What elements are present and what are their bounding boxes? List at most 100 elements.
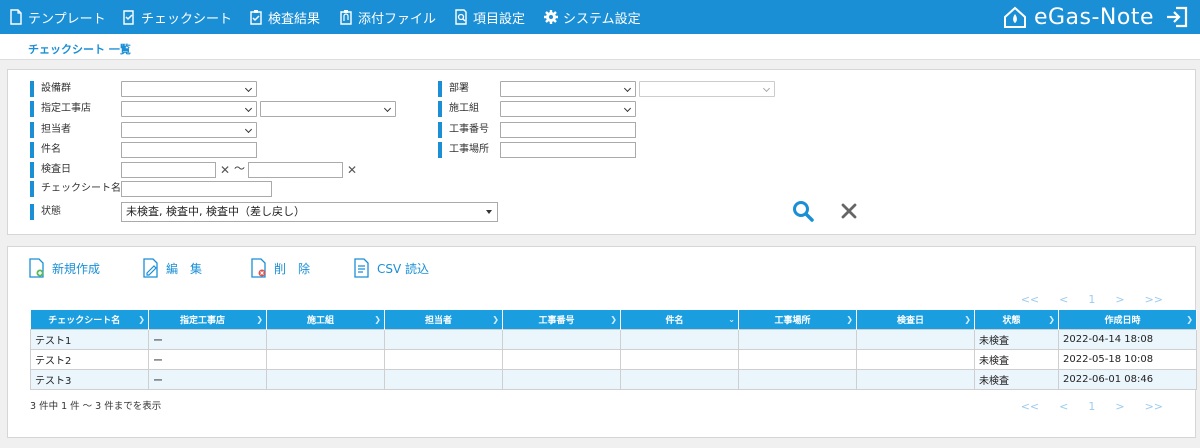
- department-select[interactable]: [500, 81, 636, 97]
- column-header[interactable]: 工事番号 ❯: [502, 310, 621, 329]
- pager-next[interactable]: >: [1115, 400, 1124, 413]
- nav-attachment[interactable]: 添付ファイル: [338, 0, 436, 34]
- table-cell: [738, 328, 857, 350]
- department-sub-select[interactable]: [639, 81, 775, 97]
- search-panel: 設備群 指定工事店 担当者 件名 検査日 ✕ ～ ✕ チェックシート名 状態 未…: [7, 69, 1196, 235]
- table-cell: [266, 348, 385, 370]
- pager-page[interactable]: 1: [1088, 400, 1095, 413]
- nav-template-label: テンプレート: [28, 11, 106, 27]
- delete-button-label: 削 除: [274, 261, 311, 276]
- clear-date-to-icon[interactable]: ✕: [347, 162, 357, 178]
- table-cell: ー: [148, 328, 267, 350]
- table-cell[interactable]: テスト2: [30, 348, 149, 370]
- page-title: チェックシート 一覧: [28, 43, 131, 56]
- nav-system-setting-label: システム設定: [563, 11, 641, 27]
- table-cell: [384, 348, 503, 370]
- column-header[interactable]: 担当者 ❯: [384, 310, 503, 329]
- designated-contractor-label: 指定工事店: [30, 101, 91, 117]
- table-row[interactable]: テスト3 ー 未検査 2022-06-01 08:46: [30, 368, 1197, 390]
- clipboard-check-icon: [250, 10, 262, 25]
- table-cell[interactable]: テスト1: [30, 328, 149, 350]
- status-multiselect[interactable]: 未検査, 検査中, 検査中（差し戻し）: [121, 202, 498, 222]
- table-row[interactable]: テスト2 ー 未検査 2022-05-18 10:08: [30, 348, 1197, 370]
- column-header[interactable]: 検査日 ❯: [856, 310, 975, 329]
- inspection-date-from-input[interactable]: [121, 162, 216, 178]
- column-header[interactable]: チェックシート名 ❯: [30, 310, 149, 329]
- clipboard-attachment-icon: [340, 10, 352, 25]
- sort-icon: ❯: [1186, 315, 1193, 324]
- table-cell: 2022-05-18 10:08: [1058, 348, 1197, 370]
- nav-template[interactable]: テンプレート: [8, 0, 106, 34]
- table-cell: [738, 368, 857, 390]
- pager-first[interactable]: <<: [1021, 400, 1039, 413]
- designated-contractor-sub-select[interactable]: [260, 101, 396, 117]
- column-header[interactable]: 指定工事店 ❯: [148, 310, 267, 329]
- person-in-charge-select[interactable]: [121, 122, 257, 138]
- nav-system-setting[interactable]: システム設定: [543, 0, 641, 34]
- pager-top: << < 1 > >>: [1021, 293, 1163, 306]
- column-header[interactable]: 作成日時 ❯: [1058, 310, 1197, 329]
- table-cell: [384, 368, 503, 390]
- pager-prev[interactable]: <: [1059, 293, 1068, 306]
- pager-prev[interactable]: <: [1059, 400, 1068, 413]
- list-panel: 新規作成 編 集 削 除 CSV 読込 << < 1 > >> チェックシート名…: [7, 246, 1197, 438]
- new-document-icon: [29, 258, 44, 278]
- table-cell: [620, 368, 739, 390]
- clear-date-from-icon[interactable]: ✕: [220, 162, 230, 178]
- logout-icon[interactable]: [1164, 4, 1190, 30]
- pager-first[interactable]: <<: [1021, 293, 1039, 306]
- house-logo-icon: [1003, 6, 1026, 28]
- table-cell: [266, 368, 385, 390]
- delete-document-icon: [251, 258, 266, 278]
- nav-inspection-result[interactable]: 検査結果: [248, 0, 320, 34]
- edit-button-label: 編 集: [166, 261, 203, 276]
- new-button[interactable]: 新規作成: [28, 257, 100, 279]
- work-location-input[interactable]: [500, 142, 636, 158]
- sort-icon: ❯: [964, 315, 971, 324]
- document-search-icon: [455, 9, 467, 25]
- pager-last[interactable]: >>: [1145, 400, 1163, 413]
- designated-contractor-select[interactable]: [121, 101, 257, 117]
- document-icon: [10, 9, 22, 25]
- column-header[interactable]: 施工組 ❯: [266, 310, 385, 329]
- department-label: 部署: [438, 81, 469, 97]
- table-cell: ー: [148, 368, 267, 390]
- equipment-group-select[interactable]: [121, 81, 257, 97]
- search-icon[interactable]: [791, 199, 815, 223]
- pager-page[interactable]: 1: [1088, 293, 1095, 306]
- edit-button[interactable]: 編 集: [142, 257, 202, 279]
- inspection-date-to-input[interactable]: [248, 162, 343, 178]
- sort-icon: ❯: [256, 315, 263, 324]
- csv-import-button-label: CSV 読込: [377, 261, 430, 276]
- column-header[interactable]: 工事場所 ❯: [738, 310, 857, 329]
- construction-group-select[interactable]: [500, 101, 636, 117]
- table-row[interactable]: テスト1 ー 未検査 2022-04-14 18:08: [30, 328, 1197, 350]
- table-cell: [620, 348, 739, 370]
- top-nav-bar: テンプレート チェックシート 検査結果 添付ファイル 項目設定 システム設定 e…: [0, 0, 1200, 34]
- nav-checksheet[interactable]: チェックシート: [121, 0, 232, 34]
- table-cell[interactable]: テスト3: [30, 368, 149, 390]
- pager-last[interactable]: >>: [1145, 293, 1163, 306]
- reset-icon[interactable]: [840, 202, 858, 220]
- table-cell: [620, 328, 739, 350]
- nav-item-setting[interactable]: 項目設定: [453, 0, 525, 34]
- subject-input[interactable]: [121, 142, 257, 158]
- pager-next[interactable]: >: [1115, 293, 1124, 306]
- column-header[interactable]: 状態 ❯: [974, 310, 1059, 329]
- checksheet-table: チェックシート名 ❯ 指定工事店 ❯ 施工組 ❯ 担当者 ❯ 工事番号 ❯ 件名 ⌄ 工事場…: [30, 310, 1197, 390]
- table-cell: [266, 328, 385, 350]
- nav-item-setting-label: 項目設定: [473, 11, 526, 27]
- delete-button[interactable]: 削 除: [250, 257, 310, 279]
- sort-icon: ❯: [1048, 315, 1055, 324]
- nav-checksheet-label: チェックシート: [141, 11, 233, 27]
- work-number-input[interactable]: [500, 122, 636, 138]
- sort-icon: ❯: [610, 315, 617, 324]
- work-location-label: 工事場所: [438, 142, 489, 158]
- status-label: 状態: [30, 204, 61, 220]
- checksheet-name-input[interactable]: [121, 181, 272, 197]
- csv-import-button[interactable]: CSV 読込: [353, 257, 429, 279]
- brand-name: eGas-Note: [1033, 4, 1154, 30]
- column-header[interactable]: 件名 ⌄: [620, 310, 739, 329]
- brand: eGas-Note: [1002, 0, 1190, 34]
- record-count: 3 件中 1 件 ～ 3 件までを表示: [30, 401, 162, 412]
